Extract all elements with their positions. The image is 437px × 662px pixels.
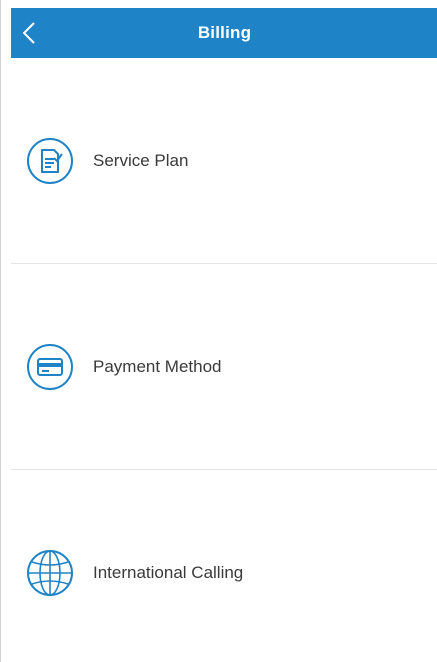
billing-menu-list: Service Plan Payment Method Internationa… xyxy=(11,58,437,662)
billing-screen: Billing Service Plan Payment Method Inte… xyxy=(0,0,437,662)
menu-item-service-plan[interactable]: Service Plan xyxy=(11,58,437,264)
document-icon xyxy=(25,136,75,186)
menu-item-label: Payment Method xyxy=(93,356,222,376)
globe-icon xyxy=(25,548,75,598)
chevron-left-icon xyxy=(23,22,35,44)
menu-item-label: International Calling xyxy=(93,563,244,582)
back-button[interactable] xyxy=(11,8,59,58)
menu-item-international-calling[interactable]: International Calling xyxy=(11,470,437,662)
top-app-bar: Billing xyxy=(11,8,437,58)
page-title: Billing xyxy=(197,23,252,42)
menu-item-payment-method[interactable]: Payment Method xyxy=(11,264,437,470)
menu-item-label: Service Plan xyxy=(93,150,189,170)
credit-card-icon xyxy=(25,342,75,392)
